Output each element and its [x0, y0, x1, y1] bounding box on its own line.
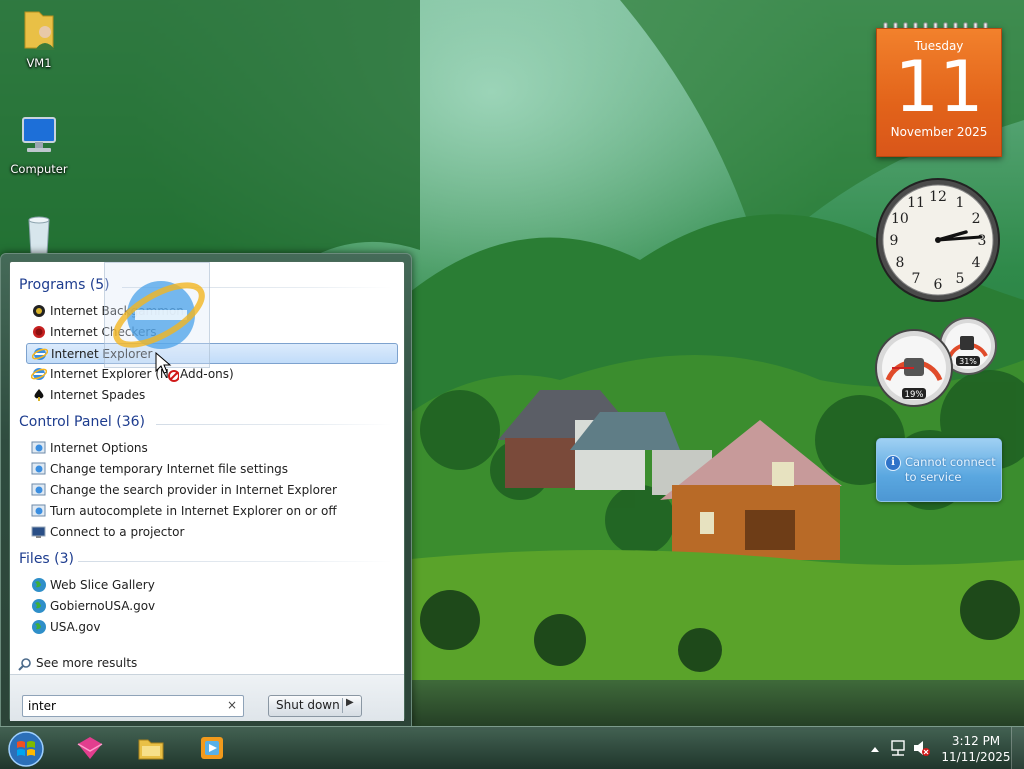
- taskbar-date: 11/11/2025: [941, 750, 1011, 764]
- category-programs[interactable]: Programs (5): [19, 277, 110, 293]
- result-label: Change temporary Internet file settings: [50, 462, 289, 476]
- clock-numeral: 11: [907, 195, 925, 211]
- clock-numeral: 1: [956, 195, 965, 211]
- weather-message-line2: to service: [905, 470, 962, 484]
- memory-percent: 31%: [959, 357, 977, 366]
- internet-options-icon: [31, 483, 46, 496]
- cpu-meter-gadget[interactable]: 31% 19%: [874, 316, 1000, 410]
- internet-explorer-icon: [31, 368, 47, 380]
- volume-muted-icon[interactable]: [914, 741, 930, 756]
- shutdown-options-arrow-icon[interactable]: ▶: [346, 697, 354, 708]
- taskbar-time: 3:12 PM: [951, 734, 1001, 748]
- clock-numeral: 2: [972, 211, 981, 227]
- clock-numeral: 6: [934, 277, 943, 293]
- clock-numeral: 12: [929, 189, 947, 205]
- calendar-month-year: November 2025: [890, 125, 988, 139]
- desktop-icon-label: VM1: [26, 56, 52, 70]
- see-more-label: See more results: [36, 656, 138, 670]
- divider: [156, 424, 392, 425]
- globe-icon: [32, 620, 46, 634]
- result-usa-gov[interactable]: USA.gov: [26, 617, 396, 637]
- system-tray: [871, 740, 930, 756]
- result-label: Internet Spades: [50, 388, 146, 402]
- result-label: USA.gov: [50, 620, 101, 634]
- result-internet-checkers[interactable]: Internet Checkers: [26, 322, 396, 342]
- pink-app-icon: [77, 737, 103, 759]
- divider: [342, 698, 343, 713]
- taskbar: 3:12 PM 11/11/2025: [0, 726, 1024, 769]
- clock-numeral: 5: [956, 271, 965, 287]
- result-label: Connect to a projector: [50, 525, 185, 539]
- result-change-temp-files[interactable]: Change temporary Internet file settings: [26, 459, 396, 479]
- mouse-cursor-icon: [155, 352, 179, 382]
- taskbar-media-player[interactable]: [186, 730, 238, 766]
- result-internet-explorer[interactable]: Internet Explorer: [26, 343, 398, 364]
- category-files[interactable]: Files (3): [19, 551, 74, 567]
- result-label: Change the search provider in Internet E…: [50, 483, 337, 497]
- spades-icon: [34, 389, 44, 401]
- calendar-day-number: 11: [894, 46, 984, 128]
- internet-options-icon: [31, 462, 46, 475]
- internet-options-icon: [31, 441, 46, 454]
- internet-options-icon: [31, 504, 46, 517]
- info-icon: i: [885, 455, 901, 471]
- taskbar-windows-explorer[interactable]: [125, 730, 177, 766]
- result-label: Internet Options: [50, 441, 148, 455]
- magnifier-icon: [18, 658, 31, 671]
- start-menu-footer: × Shut down ▶: [10, 674, 404, 721]
- result-gobiernousa[interactable]: GobiernoUSA.gov: [26, 596, 396, 616]
- computer-icon: [15, 112, 63, 160]
- clock-numeral: 3: [978, 233, 987, 249]
- media-player-icon: [201, 737, 223, 759]
- projector-icon: [31, 526, 46, 538]
- result-connect-projector[interactable]: Connect to a projector: [26, 522, 396, 542]
- folder-icon: [138, 739, 164, 760]
- result-internet-explorer-no-addons[interactable]: Internet Explorer (No Add-ons): [26, 364, 396, 384]
- memory-chip-icon: [960, 336, 974, 350]
- result-label: Turn autocomplete in Internet Explorer o…: [50, 504, 337, 518]
- result-turn-autocomplete[interactable]: Turn autocomplete in Internet Explorer o…: [26, 501, 396, 521]
- shut-down-button[interactable]: Shut down ▶: [268, 695, 362, 717]
- show-desktop-button[interactable]: [1011, 727, 1024, 769]
- start-button[interactable]: [7, 730, 45, 768]
- show-hidden-icons-icon[interactable]: [871, 747, 879, 752]
- desktop-icon-label: Computer: [10, 162, 68, 176]
- clock-numeral: 7: [912, 271, 921, 287]
- network-icon[interactable]: [891, 740, 905, 756]
- clock-numeral: 4: [972, 255, 981, 271]
- calendar-page: Tuesday 11 November 2025: [876, 28, 1002, 157]
- clock-gadget[interactable]: 12 1 2 3 4 5 6 7 8 9 10 11: [875, 177, 1001, 303]
- shut-down-label: Shut down: [276, 698, 340, 712]
- result-internet-spades[interactable]: Internet Spades: [26, 385, 396, 405]
- clear-search-icon[interactable]: ×: [227, 698, 237, 712]
- category-control-panel[interactable]: Control Panel (36): [19, 414, 145, 430]
- desktop-icon-vm1[interactable]: VM1: [4, 6, 74, 70]
- weather-message-line1: Cannot connect: [905, 455, 996, 469]
- checkers-icon: [33, 326, 45, 338]
- desktop-icon-computer[interactable]: Computer: [4, 112, 74, 176]
- weather-gadget[interactable]: i Cannot connect to service: [876, 438, 1002, 502]
- taskbar-app-pinned-1[interactable]: [64, 730, 116, 766]
- result-internet-backgammon[interactable]: Internet Backgammon: [26, 301, 396, 321]
- calendar-gadget[interactable]: Tuesday 11 November 2025: [876, 22, 1002, 157]
- user-folder-icon: [15, 6, 63, 54]
- backgammon-icon: [33, 305, 45, 317]
- result-internet-options[interactable]: Internet Options: [26, 438, 396, 458]
- search-box[interactable]: ×: [22, 695, 244, 717]
- globe-icon: [32, 599, 46, 613]
- divider: [78, 561, 392, 562]
- search-input[interactable]: [28, 698, 218, 713]
- cpu-percent: 19%: [905, 390, 924, 400]
- clock-numeral: 8: [895, 255, 904, 271]
- globe-icon: [32, 578, 46, 592]
- taskbar-clock[interactable]: 3:12 PM 11/11/2025: [936, 733, 1016, 765]
- result-web-slice-gallery[interactable]: Web Slice Gallery: [26, 575, 396, 595]
- clock-numeral: 9: [890, 233, 899, 249]
- result-label: GobiernoUSA.gov: [50, 599, 156, 613]
- clock-numeral: 10: [891, 211, 909, 227]
- internet-explorer-icon: [32, 348, 48, 360]
- result-change-search-provider[interactable]: Change the search provider in Internet E…: [26, 480, 396, 500]
- result-label: Web Slice Gallery: [50, 578, 155, 592]
